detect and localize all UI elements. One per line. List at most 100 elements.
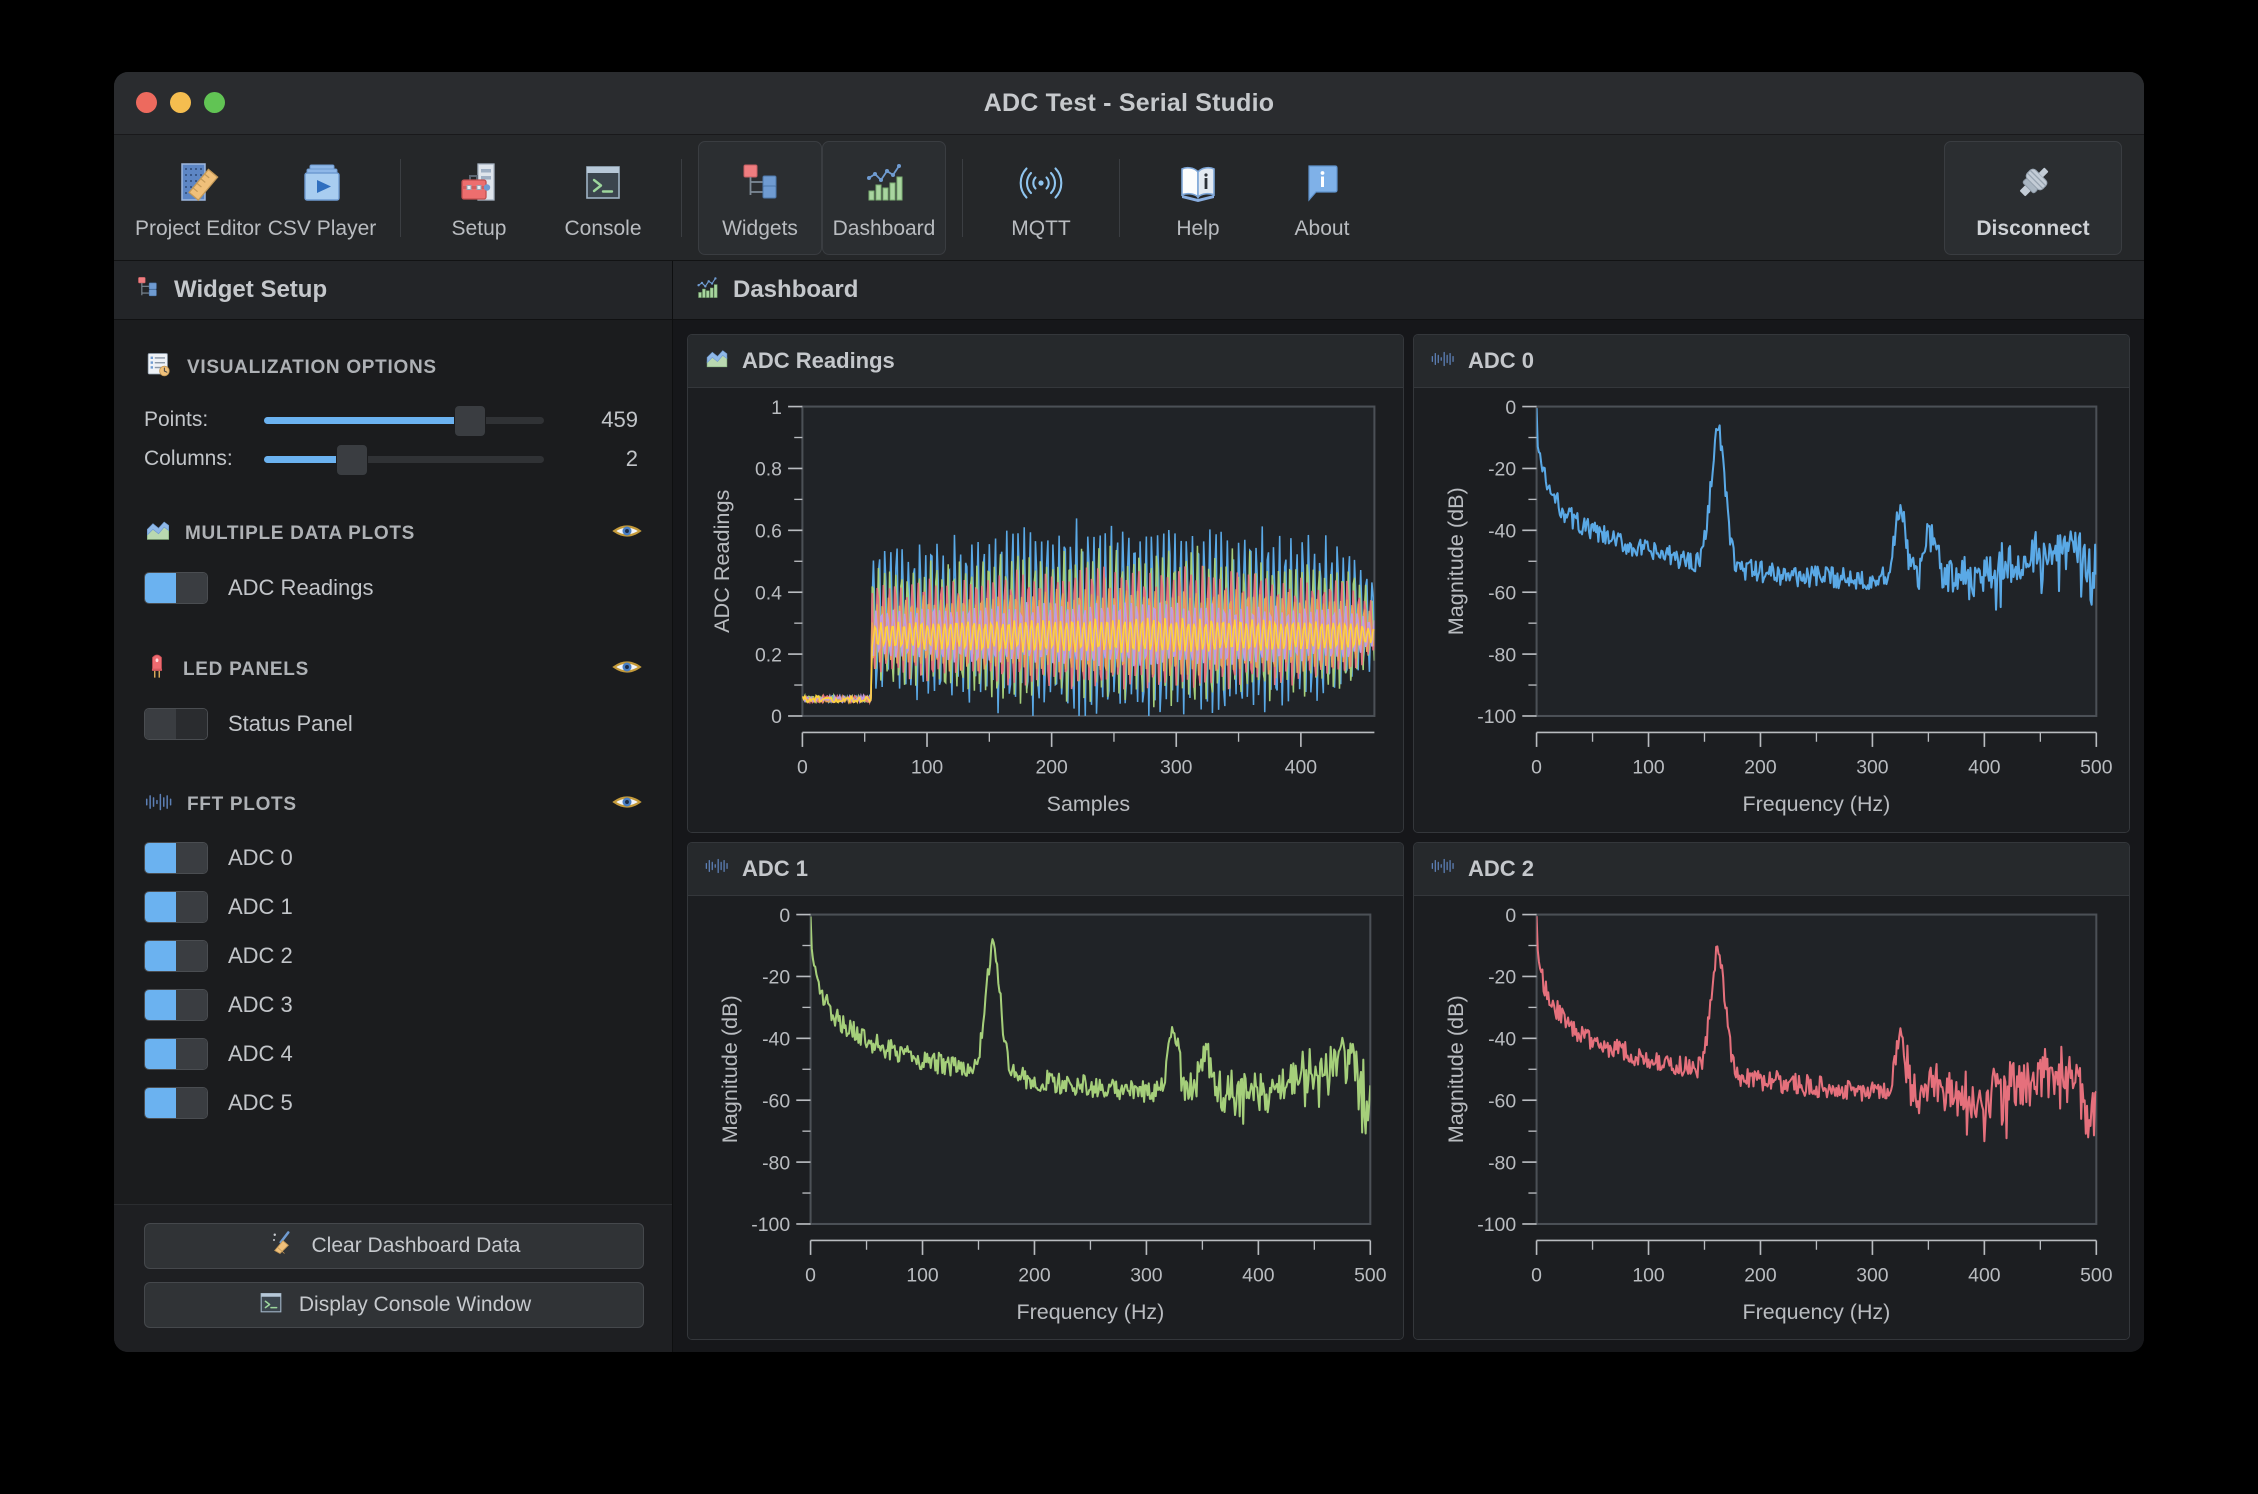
- y-tick-label: 0: [779, 904, 790, 926]
- toggle-half-off: [176, 990, 207, 1020]
- toggle-row-adc-readings[interactable]: ADC Readings: [144, 572, 642, 604]
- slider-handle[interactable]: [454, 405, 486, 437]
- toggle-adc-4[interactable]: [144, 1038, 208, 1070]
- y-tick-label: -60: [1488, 1090, 1516, 1112]
- toolbar-divider: [400, 158, 401, 237]
- card-plot-area[interactable]: 0 -20 -40 -60 -80 -100 0 100 200 300 400 500 Frequen…: [688, 895, 1403, 1339]
- x-tick-label: 400: [1242, 1264, 1275, 1286]
- toggle-adc-3[interactable]: [144, 989, 208, 1021]
- toolbar-button-about[interactable]: About: [1260, 141, 1384, 255]
- console-terminal-icon: [578, 155, 628, 211]
- toolbar-label: CSV Player: [267, 216, 377, 240]
- y-tick-label: 0.8: [755, 459, 782, 481]
- toggle-row-adc-2[interactable]: ADC 2: [144, 940, 642, 972]
- toggle-adc-5[interactable]: [144, 1087, 208, 1119]
- disconnect-button[interactable]: Disconnect: [1944, 140, 2122, 255]
- points-slider[interactable]: [264, 405, 544, 437]
- toggle-row-adc-5[interactable]: ADC 5: [144, 1087, 642, 1119]
- columns-slider[interactable]: [264, 444, 544, 476]
- display-console-window-button[interactable]: Display Console Window: [144, 1282, 644, 1328]
- toolbar-button-mqtt[interactable]: MQTT: [979, 141, 1103, 255]
- visualization-options-icon: [144, 350, 174, 385]
- x-tick-label: 300: [1856, 757, 1889, 779]
- card-plot-area[interactable]: 0 0.2 0.4 0.6 0.8 1 0 100 200 300 400 Samples ADC Re…: [688, 388, 1403, 832]
- toolbar-button-project-editor[interactable]: Project Editor: [134, 141, 262, 255]
- toggle-adc-1[interactable]: [144, 891, 208, 923]
- card-title: ADC 1: [742, 855, 809, 881]
- x-axis-label: Frequency (Hz): [1017, 1298, 1165, 1323]
- toggle-row-adc-3[interactable]: ADC 3: [144, 989, 642, 1021]
- columns-slider-row: Columns: 2: [144, 444, 642, 476]
- button-label: Display Console Window: [298, 1293, 532, 1316]
- toggle-label: ADC 2: [228, 943, 293, 968]
- window-title: ADC Test - Serial Studio: [983, 89, 1275, 117]
- toggle-adc-readings[interactable]: [144, 572, 208, 604]
- y-tick-label: -80: [762, 1152, 790, 1174]
- y-tick-label: 0: [771, 706, 782, 728]
- sidebar-footer: Clear Dashboard Data Display Console Win…: [114, 1204, 672, 1352]
- card-plot-area[interactable]: 0 -20 -40 -60 -80 -100 0 100 200 300 400 500 Frequen…: [1414, 895, 2129, 1339]
- x-tick-label: 200: [1744, 1264, 1777, 1286]
- y-tick-label: -40: [762, 1028, 790, 1050]
- widgets-tree-icon: [735, 155, 785, 211]
- csv-player-icon: [297, 155, 347, 211]
- minimize-button[interactable]: [170, 92, 191, 113]
- section-title: VISUALIZATION OPTIONS: [187, 356, 437, 378]
- x-axis-label: Samples: [1047, 791, 1130, 816]
- toggle-row-adc-4[interactable]: ADC 4: [144, 1038, 642, 1070]
- card-header: ADC 1: [688, 842, 1403, 896]
- section-fft-plots: FFT PLOTS: [144, 789, 642, 820]
- dashboard-chart-icon: [859, 155, 909, 211]
- area-chart-icon: [704, 346, 730, 377]
- toggle-half-on: [145, 892, 176, 922]
- toolbar-button-dashboard[interactable]: Dashboard: [822, 140, 946, 255]
- y-tick-label: -100: [1477, 1214, 1516, 1236]
- toggle-row-status-panel[interactable]: Status Panel: [144, 708, 642, 740]
- clear-dashboard-data-button[interactable]: Clear Dashboard Data: [144, 1223, 644, 1269]
- main-toolbar: Project Editor CSV Player Setup Console …: [114, 135, 2144, 261]
- toggle-adc-2[interactable]: [144, 940, 208, 972]
- setup-toolbox-icon: [454, 155, 504, 211]
- section-visualization-options: VISUALIZATION OPTIONS: [144, 350, 642, 385]
- toolbar-button-console[interactable]: Console: [541, 141, 665, 255]
- x-tick-label: 0: [1531, 757, 1542, 779]
- toggle-row-adc-1[interactable]: ADC 1: [144, 891, 642, 923]
- eye-visible-icon[interactable]: [612, 520, 642, 547]
- toolbar-button-widgets[interactable]: Widgets: [698, 140, 822, 255]
- x-axis-label: Frequency (Hz): [1743, 1298, 1891, 1323]
- section-led-panels: LED PANELS: [144, 653, 642, 686]
- toolbar-label: Project Editor: [134, 216, 262, 240]
- toggle-adc-0[interactable]: [144, 842, 208, 874]
- toggle-row-adc-0[interactable]: ADC 0: [144, 842, 642, 874]
- section-title: MULTIPLE DATA PLOTS: [185, 522, 416, 544]
- eye-visible-icon[interactable]: [612, 656, 642, 683]
- toolbar-divider: [681, 158, 682, 237]
- y-tick-label: -60: [1488, 582, 1516, 604]
- y-tick-label: -40: [1488, 520, 1516, 542]
- toolbar-button-setup[interactable]: Setup: [417, 141, 541, 255]
- toggle-half-on: [145, 709, 176, 739]
- card-title: ADC 2: [1468, 855, 1535, 881]
- toggle-status-panel[interactable]: [144, 708, 208, 740]
- close-button[interactable]: [136, 92, 157, 113]
- broom-icon: [268, 1228, 298, 1264]
- eye-visible-icon[interactable]: [612, 791, 642, 818]
- toggle-half-off: [176, 843, 207, 873]
- y-tick-label: 0.2: [755, 644, 782, 666]
- toggle-half-off: [176, 941, 207, 971]
- toolbar-button-help[interactable]: Help: [1136, 141, 1260, 255]
- slider-handle[interactable]: [336, 444, 369, 476]
- y-axis-label: Magnitude (dB): [717, 995, 742, 1143]
- toggle-label: ADC 3: [228, 992, 293, 1017]
- x-tick-label: 200: [1035, 757, 1068, 779]
- toolbar-button-csv-player[interactable]: CSV Player: [260, 141, 384, 255]
- toolbar-divider: [962, 158, 963, 237]
- toolbar-label: MQTT: [1011, 216, 1071, 240]
- y-tick-label: 0: [1505, 904, 1516, 926]
- maximize-button[interactable]: [204, 92, 225, 113]
- project-editor-icon: [173, 155, 223, 211]
- card-plot-area[interactable]: 0 -20 -40 -60 -80 -100 0 100 200 300 400 500 Frequen…: [1414, 388, 2129, 832]
- y-tick-label: 0.4: [755, 582, 782, 604]
